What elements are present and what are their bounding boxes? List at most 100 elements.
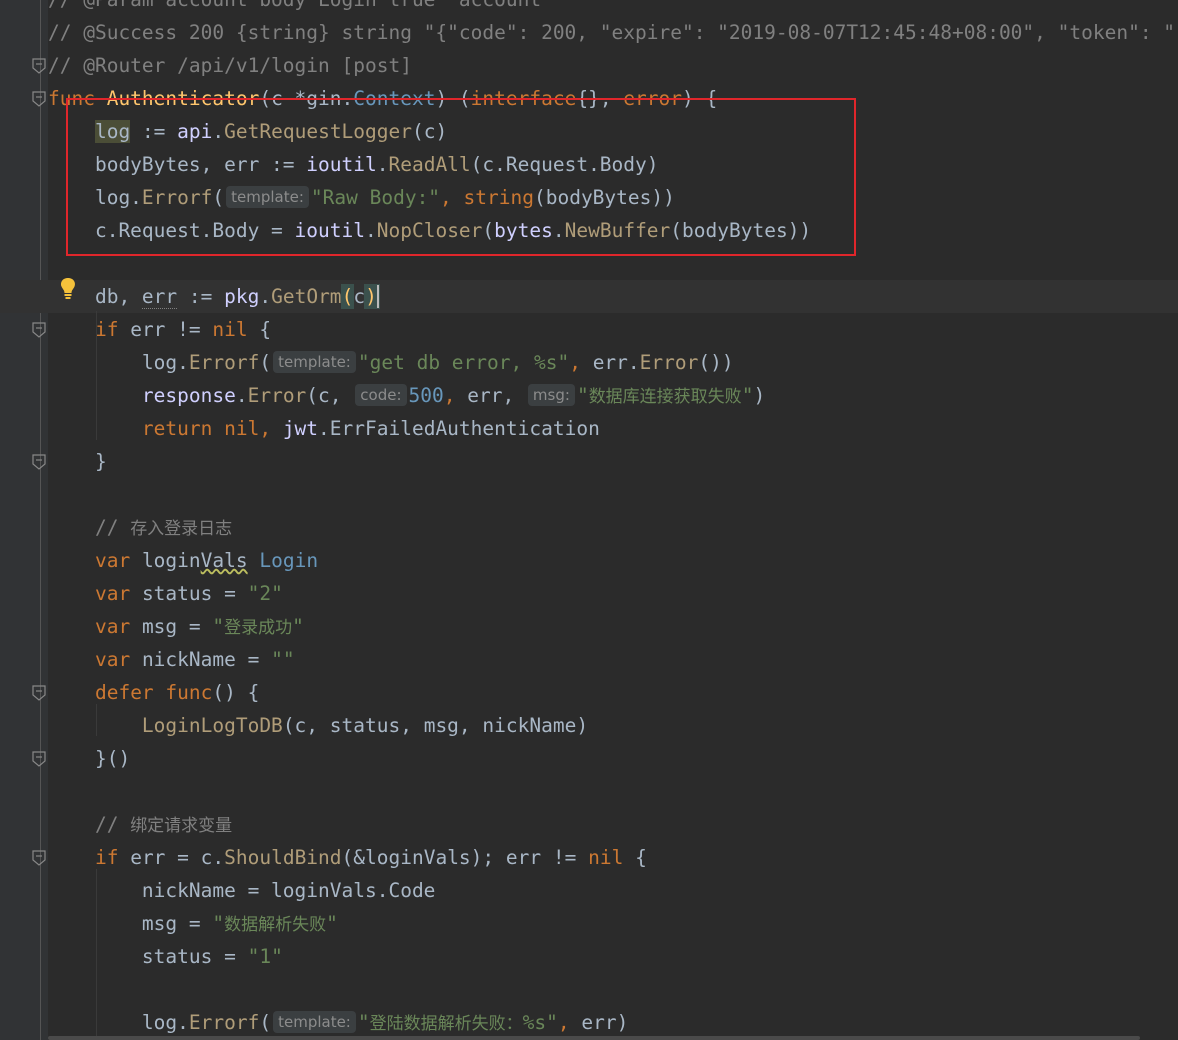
code-token: , — [443, 384, 468, 407]
lightbulb-icon[interactable] — [58, 276, 78, 302]
code-line[interactable]: defer func() { — [0, 676, 1178, 709]
code-token: , — [569, 351, 593, 374]
code-line[interactable]: response.Error(c, code: 500, err, msg: "数据… — [0, 379, 1178, 412]
code-token: }() — [48, 747, 131, 770]
code-text: if err != nil { — [48, 313, 271, 346]
code-line[interactable]: var loginVals Login — [0, 544, 1178, 577]
code-token: { — [635, 846, 647, 869]
code-token: msg, — [423, 714, 483, 737]
code-token: } — [48, 450, 107, 473]
code-line[interactable]: } — [0, 445, 1178, 478]
code-line[interactable]: // 存入登录日志 — [0, 511, 1178, 544]
code-token: defer — [94, 681, 166, 704]
code-token: ) — [364, 284, 380, 309]
code-token: .ErrFailedAuthentication — [318, 417, 600, 440]
code-text: }() — [48, 742, 130, 775]
code-token: log. — [48, 1011, 189, 1034]
code-token: nil — [588, 846, 636, 869]
code-token: %s" — [522, 1011, 558, 1034]
code-token: // @Param account body Login true "accou… — [48, 0, 553, 11]
code-line[interactable] — [0, 478, 1178, 511]
code-token: (c, — [306, 384, 354, 407]
code-text: log.Errorf(template: "get db error, %s", … — [48, 346, 734, 379]
code-line[interactable]: nickName = loginVals.Code — [0, 874, 1178, 907]
horizontal-scrollbar[interactable] — [48, 1036, 1140, 1040]
indent-guide — [96, 869, 97, 1040]
code-token: c — [353, 285, 366, 308]
code-token: ) — [753, 384, 766, 407]
code-text: // @Router /api/v1/login [post] — [48, 49, 412, 82]
code-token: " — [212, 615, 225, 638]
code-token: (c, — [282, 714, 330, 737]
code-text: } — [48, 445, 107, 478]
code-line[interactable] — [0, 973, 1178, 1006]
code-line[interactable]: log.Errorf(template: "登陆数据解析失败：%s", err) — [0, 1006, 1178, 1039]
fold-marker-icon[interactable] — [31, 751, 47, 767]
code-token: 登录成功 — [224, 618, 293, 638]
code-token: // @Router /api/v1/login [post] — [48, 54, 412, 77]
code-token: 登陆数据解析失败： — [369, 1014, 523, 1034]
code-token: " — [357, 1011, 370, 1034]
code-line[interactable]: }() — [0, 742, 1178, 775]
fold-marker-icon[interactable] — [31, 850, 47, 866]
code-line[interactable]: var status = "2" — [0, 577, 1178, 610]
code-token: msg = — [48, 912, 213, 935]
code-token: " — [326, 912, 338, 935]
code-line[interactable] — [0, 775, 1178, 808]
code-line[interactable]: var msg = "登录成功" — [0, 610, 1178, 643]
code-token: err — [141, 285, 178, 309]
code-token: Login — [259, 549, 319, 572]
code-token: err, — [467, 384, 526, 407]
parameter-hint: code: — [355, 384, 407, 406]
code-line[interactable]: // 绑定请求变量 — [0, 808, 1178, 841]
code-token: " — [292, 615, 304, 638]
code-line[interactable]: // @Router /api/v1/login [post] — [0, 49, 1178, 82]
code-token: response — [141, 384, 236, 407]
code-token: "" — [271, 648, 295, 671]
fold-marker-icon[interactable] — [31, 58, 47, 74]
code-line[interactable]: if err != nil { — [0, 313, 1178, 346]
code-line[interactable]: log.Errorf(template: "get db error, %s", … — [0, 346, 1178, 379]
code-text: defer func() { — [48, 676, 259, 709]
code-token: var — [94, 549, 142, 572]
code-text: return nil, jwt.ErrFailedAuthentication — [48, 412, 600, 445]
code-line[interactable]: return nil, jwt.ErrFailedAuthentication — [0, 412, 1178, 445]
code-text: db, err := pkg.GetOrm(c) — [48, 280, 380, 313]
code-token: nickName) — [482, 714, 589, 737]
code-line[interactable]: db, err := pkg.GetOrm(c) — [0, 280, 1178, 313]
code-line[interactable]: var nickName = "" — [0, 643, 1178, 676]
code-token: ( — [340, 284, 355, 309]
code-token: var — [94, 615, 142, 638]
code-token: err = c. — [130, 846, 225, 869]
code-line[interactable]: status = "1" — [0, 940, 1178, 973]
code-token: status = — [141, 582, 248, 605]
fold-marker-icon[interactable] — [31, 322, 47, 338]
code-token: " — [741, 384, 754, 407]
code-token: msg = — [141, 615, 213, 638]
code-token: Error — [639, 351, 699, 374]
code-token: if — [94, 318, 131, 341]
code-token: nickName = loginVals.Code — [48, 879, 436, 902]
code-line[interactable]: // @Param account body Login true "accou… — [0, 0, 1178, 16]
code-line[interactable]: if err = c.ShouldBind(&loginVals); err !… — [0, 841, 1178, 874]
highlight-annotation-box — [66, 98, 856, 256]
fold-marker-icon[interactable] — [31, 454, 47, 470]
code-token: "2" — [247, 582, 283, 605]
code-line[interactable]: msg = "数据解析失败" — [0, 907, 1178, 940]
code-token: log. — [48, 351, 189, 374]
fold-marker-icon[interactable] — [31, 91, 47, 107]
code-token: () { — [212, 681, 260, 704]
fold-marker-icon[interactable] — [31, 685, 47, 701]
code-line[interactable]: LoginLogToDB(c, status, msg, nickName) — [0, 709, 1178, 742]
code-token: 存入登录日志 — [130, 519, 233, 539]
code-line[interactable]: // @Success 200 {string} string "{"code"… — [0, 16, 1178, 49]
code-text: if err = c.ShouldBind(&loginVals); err !… — [48, 841, 647, 874]
code-token: "get db error, %s" — [357, 351, 570, 374]
code-token: nil — [212, 318, 260, 341]
